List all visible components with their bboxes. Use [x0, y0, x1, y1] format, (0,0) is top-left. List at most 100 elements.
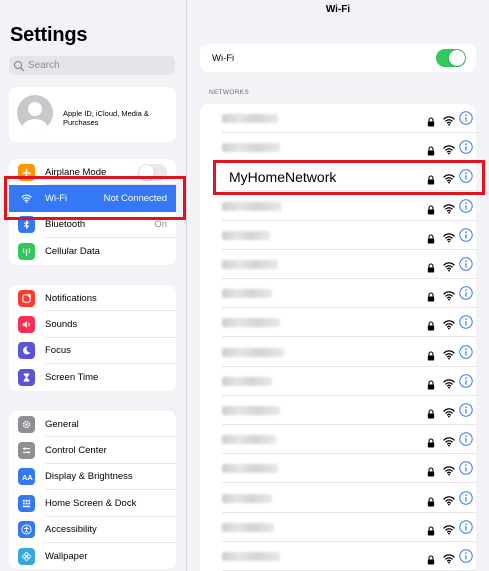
airplane-mode-toggle[interactable] — [138, 163, 167, 181]
network-row[interactable] — [200, 396, 476, 425]
network-name-blurred — [222, 318, 280, 328]
network-name: MyHomeNetwork — [229, 169, 337, 186]
wifi-toggle-row: Wi-Fi — [200, 44, 476, 72]
lock-icon — [427, 172, 435, 185]
info-icon[interactable] — [459, 461, 473, 476]
wifi-icon — [18, 190, 35, 208]
avatar — [17, 95, 53, 131]
info-icon[interactable] — [459, 374, 473, 388]
bell-icon — [18, 289, 35, 307]
lock-icon — [427, 289, 435, 302]
wifi-signal-icon — [443, 522, 455, 535]
sidebar-item-bluetooth[interactable]: Bluetooth On — [9, 212, 176, 239]
info-icon[interactable] — [459, 228, 473, 242]
network-row[interactable] — [200, 192, 476, 221]
lock-icon — [427, 348, 435, 361]
network-row[interactable] — [200, 279, 476, 309]
info-icon[interactable] — [459, 198, 473, 213]
wifi-toggle[interactable] — [436, 49, 466, 67]
network-row[interactable] — [200, 454, 476, 484]
wifi-signal-icon — [443, 376, 455, 389]
wifi-signal-icon — [443, 230, 455, 243]
sidebar-item-label: Wallpaper — [45, 550, 88, 562]
account-label: Apple ID, iCloud, Media & Purchases — [63, 109, 149, 127]
lock-icon — [427, 114, 435, 127]
wifi-toggle-label: Wi-Fi — [212, 52, 235, 64]
sidebar-item-label: Focus — [45, 345, 71, 357]
info-icon[interactable] — [459, 140, 473, 154]
wifi-signal-icon — [443, 288, 455, 301]
sidebar-item-label: Control Center — [45, 445, 107, 457]
sidebar-item-label: Screen Time — [45, 371, 99, 383]
networks-header: NETWORKS — [209, 89, 249, 96]
network-row[interactable] — [200, 542, 476, 571]
network-row[interactable] — [200, 425, 476, 455]
network-name-blurred — [222, 114, 278, 123]
grid-icon — [18, 494, 35, 512]
sidebar-item-focus[interactable]: Focus — [9, 338, 176, 365]
sidebar-item-sounds[interactable]: Sounds — [9, 311, 176, 338]
network-name-blurred — [222, 406, 280, 415]
search-input[interactable] — [25, 60, 168, 71]
network-row[interactable] — [200, 484, 476, 513]
lock-icon — [427, 143, 435, 156]
network-name-blurred — [222, 260, 278, 269]
sidebar-item-display-brightness[interactable]: AA Display & Brightness — [9, 464, 176, 491]
lock-icon — [427, 318, 435, 331]
sidebar-item-control-center[interactable]: Control Center — [9, 437, 176, 464]
wifi-signal-icon — [443, 405, 455, 418]
info-icon[interactable] — [459, 315, 473, 330]
network-row[interactable] — [200, 104, 476, 133]
sidebar-item-cellular-data[interactable]: Cellular Data — [9, 238, 176, 264]
wifi-signal-icon — [443, 463, 455, 476]
network-name-blurred — [222, 230, 270, 240]
info-icon[interactable] — [459, 520, 473, 534]
lock-icon — [427, 260, 435, 273]
network-row[interactable] — [200, 250, 476, 279]
sidebar-item-screen-time[interactable]: Screen Time — [9, 364, 176, 390]
info-icon[interactable] — [459, 257, 473, 271]
sidebar-item-accessibility[interactable]: Accessibility — [9, 517, 176, 543]
speaker-icon — [18, 316, 35, 334]
sidebar-item-notifications[interactable]: Notifications — [9, 285, 176, 312]
search-bar[interactable] — [9, 56, 175, 75]
person-icon — [22, 102, 48, 131]
info-icon[interactable] — [459, 549, 473, 563]
network-name-blurred — [222, 376, 272, 386]
sidebar-item-airplane-mode[interactable]: Airplane Mode — [9, 159, 176, 186]
network-name-blurred — [222, 201, 282, 211]
sidebar-item-label: Home Screen & Dock — [45, 497, 137, 509]
info-icon[interactable] — [459, 403, 473, 417]
sidebar-item-home-screen-dock[interactable]: Home Screen & Dock — [9, 490, 176, 517]
lock-icon — [427, 552, 435, 565]
network-row[interactable] — [200, 513, 476, 542]
network-row[interactable] — [200, 308, 476, 338]
sidebar-item-label: Sounds — [45, 319, 78, 331]
sidebar-item-label: Airplane Mode — [45, 166, 107, 178]
info-icon[interactable] — [459, 432, 473, 446]
sidebar-item-label: Bluetooth — [45, 219, 86, 231]
sidebar-item-label: General — [45, 418, 79, 430]
network-row[interactable] — [200, 367, 476, 396]
sidebar-item-general[interactable]: General — [9, 411, 176, 438]
sidebar-item-label: Notifications — [45, 292, 97, 304]
gear-icon — [18, 415, 35, 433]
notifications-group: Notifications Sounds Focus Screen Time — [9, 285, 176, 391]
apple-id-card[interactable]: Apple ID, iCloud, Media & Purchases — [9, 87, 176, 142]
wifi-signal-icon — [443, 493, 455, 506]
accessibility-icon — [18, 521, 35, 539]
info-icon[interactable] — [459, 344, 473, 359]
info-icon[interactable] — [459, 111, 473, 125]
network-row[interactable] — [200, 221, 476, 250]
info-icon[interactable] — [459, 490, 473, 505]
network-row[interactable] — [200, 338, 476, 367]
sidebar-item-label: Cellular Data — [45, 245, 100, 257]
network-name-blurred — [222, 347, 284, 357]
wifi-signal-icon — [443, 317, 455, 330]
sidebar-item-wallpaper[interactable]: Wallpaper — [9, 543, 176, 569]
sidebar-item-wifi[interactable]: Wi-Fi Not Connected — [9, 185, 176, 212]
network-row[interactable] — [200, 133, 476, 163]
info-icon[interactable] — [459, 286, 473, 300]
info-icon[interactable] — [459, 169, 473, 184]
network-row-highlighted[interactable]: MyHomeNetwork — [200, 162, 476, 192]
